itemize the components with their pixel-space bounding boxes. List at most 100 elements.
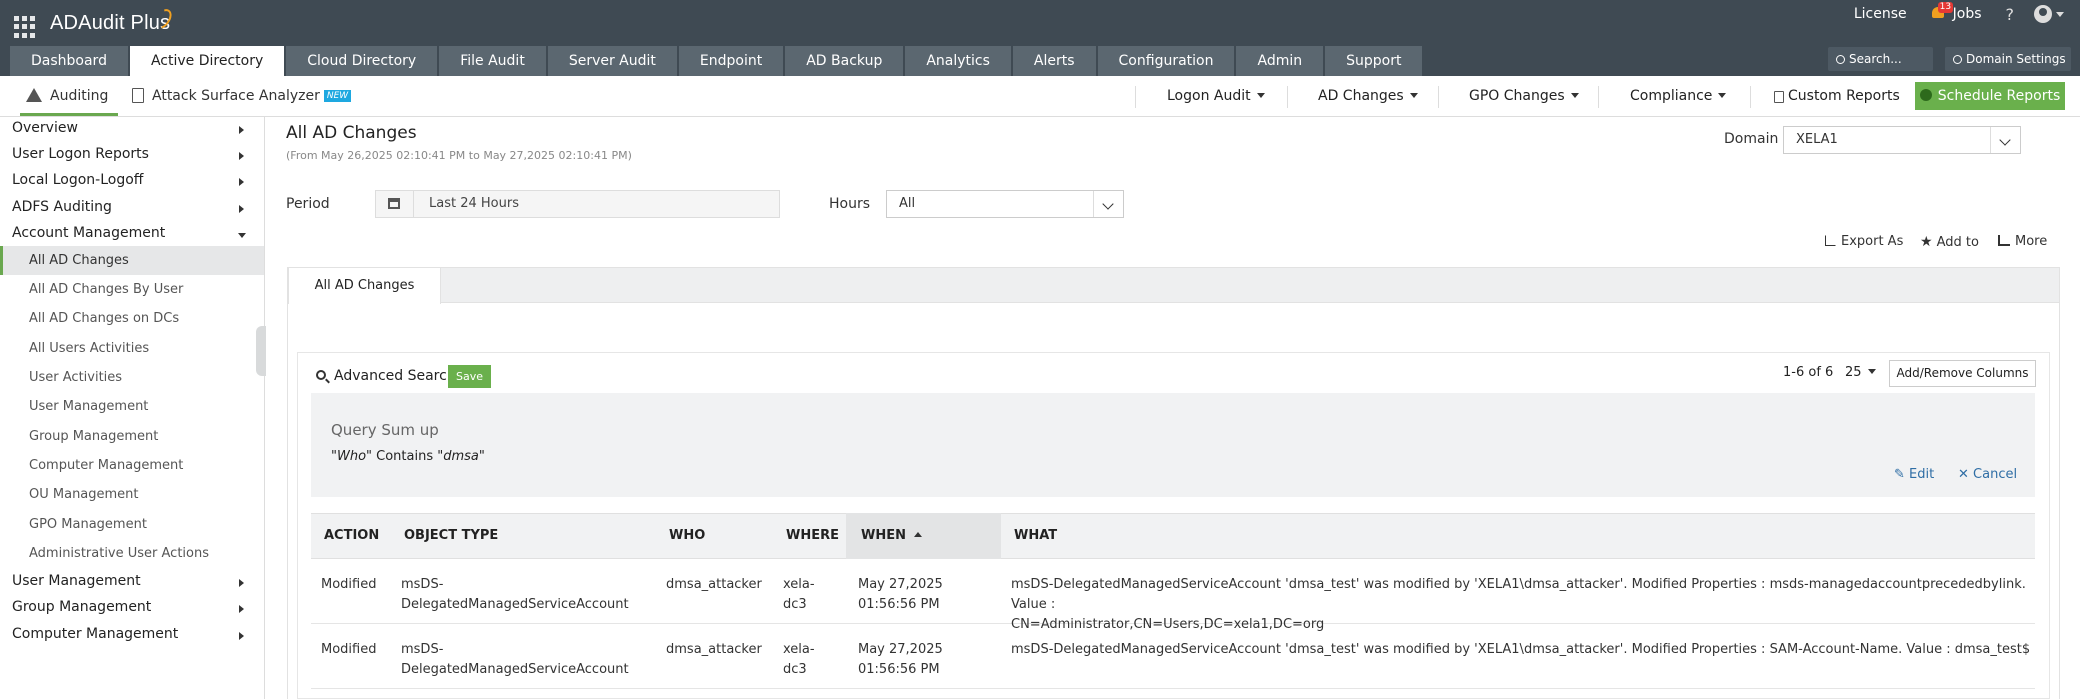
table-row[interactable]: Modified msDS- DelegatedManagedServiceAcco… bbox=[311, 624, 2035, 689]
menu-compliance[interactable]: Compliance bbox=[1630, 76, 1727, 116]
sidebar-item-computer-management-group[interactable]: Computer Management bbox=[0, 621, 264, 647]
table-row[interactable]: Modified msDS- DelegatedManagedServiceAcco… bbox=[311, 559, 2035, 632]
sidebar-item-account-management[interactable]: Account Management bbox=[0, 220, 264, 246]
sidebar-item-adfs-auditing[interactable]: ADFS Auditing bbox=[0, 194, 264, 220]
report-icon bbox=[132, 88, 144, 103]
more-button[interactable]: More bbox=[1998, 234, 2047, 249]
cell-action: Modified bbox=[321, 640, 376, 660]
sidebar-subitem-administrative-user-actions[interactable]: Administrative User Actions bbox=[0, 539, 264, 568]
menu-logon-audit[interactable]: Logon Audit bbox=[1167, 76, 1265, 116]
add-remove-columns-button[interactable]: Add/Remove Columns bbox=[1889, 360, 2036, 387]
schedule-icon bbox=[1919, 89, 1932, 101]
calendar-button[interactable] bbox=[376, 191, 414, 217]
sidebar-item-user-management-group[interactable]: User Management bbox=[0, 568, 264, 594]
period-picker[interactable]: Last 24 Hours bbox=[375, 190, 780, 218]
jobs-link[interactable]: Jobs bbox=[1953, 6, 1982, 22]
query-condition: "Who" Contains "dmsa" bbox=[331, 449, 485, 464]
user-menu-chevron-icon[interactable] bbox=[2056, 11, 2064, 17]
column-header-what[interactable]: WHAT bbox=[1014, 513, 1057, 559]
add-to-button[interactable]: ★ Add to bbox=[1920, 234, 1979, 250]
save-button[interactable]: Save bbox=[448, 365, 491, 388]
tab-ad-backup[interactable]: AD Backup bbox=[785, 46, 904, 76]
tab-dashboard[interactable]: Dashboard bbox=[10, 46, 128, 76]
chevron-down-icon bbox=[1990, 127, 2020, 153]
column-header-action[interactable]: ACTION bbox=[324, 513, 379, 559]
cell-text: DelegatedManagedServiceAccount bbox=[401, 662, 629, 677]
period-label: Period bbox=[286, 196, 330, 212]
app-logo: ADAudit Plus bbox=[50, 12, 171, 34]
tab-all-ad-changes[interactable]: All AD Changes bbox=[288, 267, 441, 304]
column-header-object-type[interactable]: OBJECT TYPE bbox=[404, 513, 498, 559]
chevron-right-icon bbox=[239, 126, 244, 134]
sidebar-collapse-handle[interactable] bbox=[256, 326, 266, 376]
edit-label: Edit bbox=[1909, 467, 1935, 482]
sidebar-subitem-group-management[interactable]: Group Management bbox=[0, 422, 264, 451]
tab-cloud-directory[interactable]: Cloud Directory bbox=[286, 46, 438, 76]
tab-file-audit[interactable]: File Audit bbox=[439, 46, 546, 76]
user-avatar-icon[interactable] bbox=[2034, 5, 2052, 23]
cell-text: msDS-DelegatedManagedServiceAccount 'dms… bbox=[1011, 642, 2031, 657]
column-header-label: WHAT bbox=[1014, 528, 1058, 543]
sidebar-subitem-user-activities[interactable]: User Activities bbox=[0, 363, 264, 392]
column-header-when[interactable]: WHEN bbox=[861, 513, 922, 559]
tab-admin[interactable]: Admin bbox=[1236, 46, 1324, 76]
menu-ad-changes[interactable]: AD Changes bbox=[1318, 76, 1418, 116]
export-button[interactable]: Export As bbox=[1825, 234, 1903, 249]
tab-configuration[interactable]: Configuration bbox=[1097, 46, 1235, 76]
tab-analytics[interactable]: Analytics bbox=[905, 46, 1011, 76]
cancel-query-link[interactable]: ✕ Cancel bbox=[1958, 467, 2017, 482]
star-icon: ★ bbox=[1920, 234, 1933, 250]
custom-reports-link[interactable]: Custom Reports bbox=[1774, 76, 1900, 116]
column-header-where[interactable]: WHERE bbox=[786, 513, 839, 559]
sidebar-subitem-all-ad-changes-by-user[interactable]: All AD Changes By User bbox=[0, 275, 264, 304]
custom-reports-label: Custom Reports bbox=[1788, 88, 1900, 104]
sidebar-subitem-gpo-management[interactable]: GPO Management bbox=[0, 510, 264, 539]
domain-select[interactable]: XELA1 bbox=[1783, 126, 2021, 154]
sidebar-item-local-logon-logoff[interactable]: Local Logon-Logoff bbox=[0, 167, 264, 193]
domain-settings-button[interactable]: Domain Settings bbox=[1945, 47, 2071, 71]
per-page-value: 25 bbox=[1845, 365, 1862, 380]
schedule-reports-button[interactable]: Schedule Reports bbox=[1915, 82, 2065, 110]
sub-navigation: Auditing Attack Surface Analyzer NEW Logo… bbox=[0, 76, 2080, 117]
sidebar-subitem-all-ad-changes[interactable]: All AD Changes bbox=[0, 245, 264, 276]
advanced-search-button[interactable]: Advanced Search bbox=[316, 368, 456, 384]
hours-select-value: All bbox=[899, 196, 916, 211]
sidebar-subitem-all-ad-changes-on-dcs[interactable]: All AD Changes on DCs bbox=[0, 304, 264, 333]
tab-active-directory[interactable]: Active Directory bbox=[129, 46, 285, 76]
sort-ascending-icon[interactable] bbox=[913, 532, 922, 537]
pencil-icon: ✎ bbox=[1894, 467, 1910, 482]
sidebar-subitem-ou-management[interactable]: OU Management bbox=[0, 480, 264, 509]
subtab-auditing[interactable]: Auditing bbox=[20, 76, 118, 116]
domain-select-value: XELA1 bbox=[1796, 132, 1838, 147]
sidebar-item-overview[interactable]: Overview bbox=[0, 117, 264, 141]
tab-server-audit[interactable]: Server Audit bbox=[547, 46, 677, 76]
hours-select[interactable]: All bbox=[886, 190, 1124, 218]
date-range: (From May 26,2025 02:10:41 PM to May 27,… bbox=[286, 149, 632, 162]
column-header-who[interactable]: WHO bbox=[669, 513, 705, 559]
sidebar-item-user-logon-reports[interactable]: User Logon Reports bbox=[0, 141, 264, 167]
tab-alerts[interactable]: Alerts bbox=[1012, 46, 1096, 76]
menu-gpo-changes[interactable]: GPO Changes bbox=[1469, 76, 1579, 116]
table-header bbox=[311, 513, 2035, 559]
notification-bell-icon[interactable]: 13 bbox=[1931, 2, 1954, 22]
sidebar-subitem-computer-management[interactable]: Computer Management bbox=[0, 451, 264, 480]
sidebar-subitem-all-users-activities[interactable]: All Users Activities bbox=[0, 334, 264, 363]
sidebar-item-group-management-group[interactable]: Group Management bbox=[0, 594, 264, 620]
app-grid-icon[interactable] bbox=[14, 16, 36, 38]
license-link[interactable]: License bbox=[1854, 6, 1907, 22]
search-input[interactable]: Search... bbox=[1828, 47, 1933, 71]
sidebar-subitem-user-management[interactable]: User Management bbox=[0, 392, 264, 421]
tab-support[interactable]: Support bbox=[1325, 46, 1423, 76]
sidebar-item-user-logon-reports-label: User Logon Reports bbox=[12, 146, 149, 162]
menu-gpo-changes-label: GPO Changes bbox=[1469, 88, 1565, 104]
query-summary: Query Sum up "Who" Contains "dmsa" bbox=[311, 393, 2035, 497]
cell-what: msDS-DelegatedManagedServiceAccount 'dms… bbox=[1011, 640, 2030, 660]
custom-report-icon bbox=[1774, 91, 1784, 103]
tab-endpoint[interactable]: Endpoint bbox=[678, 46, 784, 76]
cell-text: May 27,2025 bbox=[858, 642, 943, 657]
help-icon[interactable]: ? bbox=[2006, 5, 2015, 24]
subtab-attack-surface-analyzer[interactable]: Attack Surface Analyzer NEW bbox=[132, 76, 352, 116]
edit-query-link[interactable]: ✎ Edit bbox=[1894, 467, 1934, 482]
menu-ad-changes-label: AD Changes bbox=[1318, 88, 1404, 104]
per-page-select[interactable]: 25 bbox=[1845, 365, 1876, 380]
